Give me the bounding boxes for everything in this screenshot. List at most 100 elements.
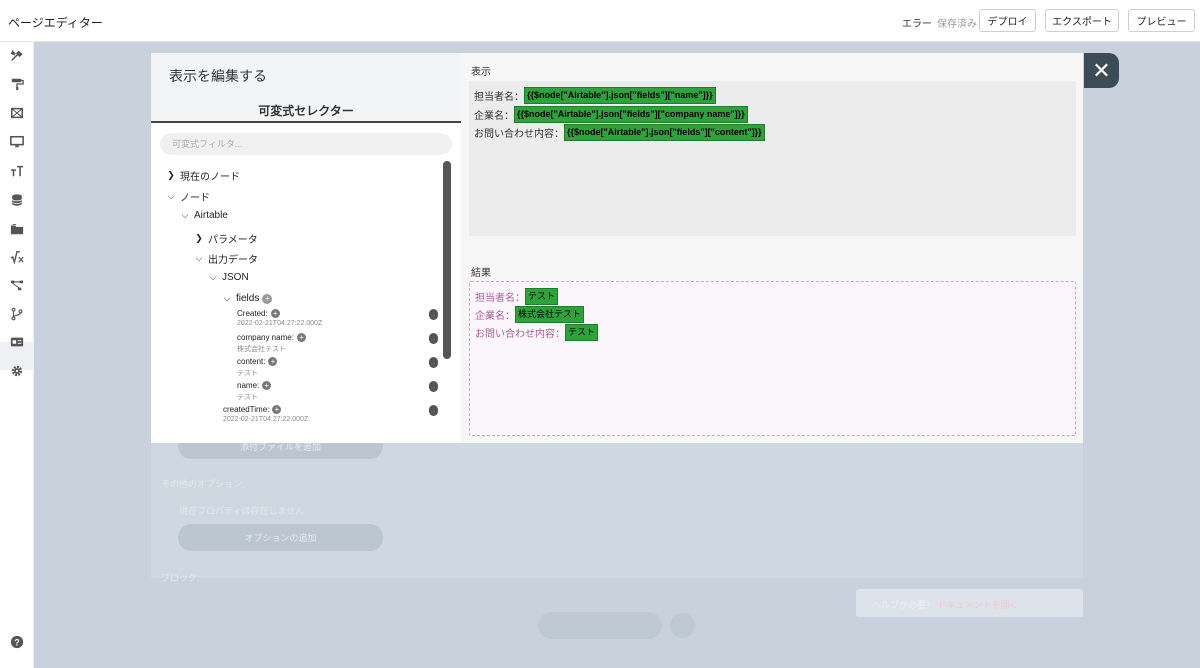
branch-icon[interactable]: [9, 306, 25, 322]
add-variable-icon[interactable]: +: [272, 405, 282, 414]
folder-icon[interactable]: [9, 221, 25, 237]
tree-label: JSON: [222, 272, 249, 283]
modal-title: 表示を編集する: [169, 68, 267, 84]
expression-label: 企業名：: [474, 111, 514, 122]
id-card-icon[interactable]: [9, 334, 25, 350]
leaf-value: テスト: [237, 394, 258, 401]
tree-leaf-created-time[interactable]: createdTime: +: [223, 405, 282, 414]
variable-token[interactable]: {{$node["Airtable"].json["fields"]["name…: [524, 87, 716, 104]
workflow-icon[interactable]: [9, 277, 25, 293]
add-variable-icon[interactable]: +: [296, 333, 306, 342]
result-line: 担当者名： テスト: [475, 288, 559, 305]
leaf-key: name:: [237, 381, 260, 390]
chevron-down-icon: ⌵: [195, 253, 203, 263]
tree-leaf-content[interactable]: content: +: [237, 357, 278, 366]
drag-handle[interactable]: [429, 381, 438, 392]
expression-line: お問い合わせ内容： {{$node["Airtable"].json["fiel…: [474, 124, 765, 141]
chevron-right-icon: ❯: [195, 233, 203, 243]
tree-leaf-name[interactable]: name: +: [237, 381, 272, 390]
tree-leaf-created[interactable]: Created: +: [237, 309, 280, 318]
background-properties-panel: 添付ファイルを追加 その他のオプション: 現在プロパティは存在しません オプショ…: [151, 433, 1083, 583]
tree-label: ノード: [180, 193, 210, 204]
variable-token[interactable]: {{$node["Airtable"].json["fields"]["cont…: [564, 124, 765, 141]
preview-button[interactable]: プレビュー: [1128, 9, 1195, 32]
other-options-label: その他のオプション:: [161, 479, 245, 489]
left-icon-rail: ?: [0, 42, 34, 668]
tree-label: fields: [236, 293, 260, 304]
result-label: 企業名：: [475, 311, 515, 322]
formula-icon[interactable]: [9, 249, 25, 265]
export-button[interactable]: エクスポート: [1045, 9, 1119, 32]
database-icon[interactable]: [9, 192, 25, 208]
drag-handle[interactable]: [429, 357, 438, 368]
tree-item-fields[interactable]: ⌵ fields +: [222, 293, 273, 304]
tree-item-current-node[interactable]: ❯ 現在のノード: [166, 168, 240, 183]
tools-icon[interactable]: [9, 48, 25, 64]
result-value: 株式会社テスト: [515, 306, 585, 323]
leaf-value: テスト: [237, 370, 258, 377]
text-size-icon[interactable]: [9, 163, 25, 179]
expression-line: 担当者名： {{$node["Airtable"].json["fields"]…: [474, 87, 716, 104]
result-value: テスト: [525, 288, 559, 305]
display-section-label: 表示: [471, 67, 491, 78]
edit-display-modal: 表示を編集する 可変式セレクター ❯ 現在のノード ⌵ ノード ⌵ Airtab…: [151, 53, 1083, 443]
tree-item-json[interactable]: ⌵ JSON: [208, 272, 249, 283]
add-variable-icon[interactable]: +: [262, 381, 272, 390]
no-properties-text: 現在プロパティは存在しません: [179, 506, 305, 516]
leaf-value: 株式会社テスト: [237, 346, 286, 353]
variable-selector-title: 可変式セレクター: [258, 104, 354, 118]
add-variable-icon[interactable]: +: [270, 309, 280, 318]
tree-item-airtable[interactable]: ⌵ Airtable: [180, 210, 228, 221]
expression-editor[interactable]: 担当者名： {{$node["Airtable"].json["fields"]…: [469, 81, 1076, 236]
help-banner: ヘルプが必要？ ドキュメントを開く: [856, 589, 1083, 617]
leaf-value: 2022-02-21T04:27:22.000Z: [237, 320, 323, 327]
help-icon[interactable]: ?: [9, 634, 25, 650]
paint-roller-icon[interactable]: [9, 76, 25, 92]
leaf-key: company name:: [237, 333, 294, 342]
tree-scrollbar[interactable]: [443, 161, 451, 359]
chevron-down-icon: ⌵: [167, 191, 175, 201]
help-docs-link[interactable]: ドキュメントを開く: [938, 600, 1019, 610]
leaf-key: Created:: [237, 309, 268, 318]
tree-leaf-company-name[interactable]: company name: +: [237, 333, 306, 342]
tree-item-output-data[interactable]: ⌵ 出力データ: [194, 251, 258, 266]
help-text: ヘルプが必要？: [872, 600, 936, 610]
tree-label: Airtable: [194, 210, 228, 221]
add-option-button[interactable]: オプションの追加: [178, 524, 383, 551]
result-label: 担当者名：: [475, 293, 525, 304]
add-variable-icon[interactable]: +: [268, 357, 278, 366]
gear-icon[interactable]: [9, 363, 25, 379]
tree-label: 現在のノード: [180, 172, 240, 183]
expression-line: 企業名： {{$node["Airtable"].json["fields"][…: [474, 106, 748, 123]
drag-handle[interactable]: [429, 309, 438, 320]
deploy-button[interactable]: デプロイ: [979, 9, 1036, 32]
top-bar: ページエディター エラー 保存済み デプロイ エクスポート プレビュー: [0, 0, 1200, 42]
variable-filter-input[interactable]: [160, 133, 452, 155]
variable-token[interactable]: {{$node["Airtable"].json["fields"]["comp…: [514, 106, 748, 123]
result-label: お問い合わせ内容：: [475, 329, 565, 340]
chevron-down-icon: ⌵: [223, 293, 231, 303]
tree-item-parameters[interactable]: ❯ パラメータ: [194, 231, 258, 246]
leaf-key: content:: [237, 357, 266, 366]
tree-label: パラメータ: [208, 235, 258, 246]
result-line: お問い合わせ内容： テスト: [475, 324, 599, 341]
monitor-icon[interactable]: [9, 134, 25, 150]
leaf-value: 2022-02-21T04:27:22.000Z: [223, 416, 309, 423]
tree-label: 出力データ: [208, 255, 258, 266]
chevron-right-icon: ❯: [167, 170, 175, 180]
variable-selector-pane: 表示を編集する 可変式セレクター ❯ 現在のノード ⌵ ノード ⌵ Airtab…: [151, 53, 461, 443]
saved-status: 保存済み: [937, 19, 977, 30]
close-icon[interactable]: ✕: [1084, 53, 1119, 88]
layout-icon[interactable]: [9, 105, 25, 121]
background-pill-control[interactable]: [538, 612, 662, 639]
app-title: ページエディター: [8, 16, 103, 30]
drag-handle[interactable]: [429, 333, 438, 344]
expression-label: 担当者名：: [474, 92, 524, 103]
background-round-button[interactable]: [670, 613, 695, 638]
add-variable-icon[interactable]: +: [262, 293, 273, 304]
block-label: ブロック:: [161, 573, 200, 583]
drag-handle[interactable]: [429, 405, 438, 416]
tree-item-nodes[interactable]: ⌵ ノード: [166, 189, 210, 204]
expression-label: お問い合わせ内容：: [474, 129, 564, 140]
error-status[interactable]: エラー: [902, 15, 932, 30]
